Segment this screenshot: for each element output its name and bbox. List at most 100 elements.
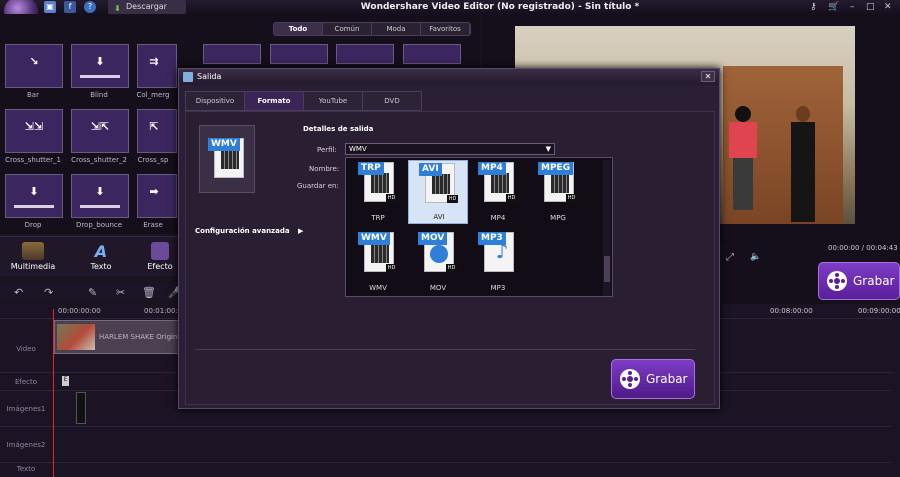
- image-clip[interactable]: [76, 392, 86, 424]
- fullscreen-icon[interactable]: ⤢: [726, 252, 734, 263]
- format-option-wmv[interactable]: WMV HD WMV: [348, 230, 408, 294]
- dialog-tabs: Dispositivo Formato YouTube DVD: [185, 91, 422, 111]
- scrollbar-thumb[interactable]: [604, 256, 610, 282]
- transition-partial-3[interactable]: [336, 44, 394, 64]
- format-option-avi[interactable]: AVI HD AVI: [408, 160, 468, 224]
- transition-bar[interactable]: ↘: [5, 44, 63, 88]
- selected-format-preview: WMV: [199, 125, 255, 193]
- mp3-file-icon: MP3: [478, 232, 518, 276]
- track-texto: Texto: [0, 462, 892, 477]
- person-figure: [791, 106, 815, 224]
- transition-label: Blind: [90, 91, 108, 99]
- transition-partial-1[interactable]: [203, 44, 261, 64]
- download-button[interactable]: ⬇ Descargar: [108, 0, 186, 14]
- format-option-mp4[interactable]: MP4 HD MP4: [468, 160, 528, 224]
- transition-label: Drop_bounce: [75, 221, 123, 229]
- maximize-button[interactable]: □: [866, 0, 875, 14]
- close-button[interactable]: ✕: [884, 0, 892, 14]
- transition-cross-shutter-2[interactable]: ⇲⇱: [71, 109, 129, 153]
- tool-efecto[interactable]: Efecto: [140, 236, 180, 276]
- save-to-label: Guardar en:: [297, 182, 339, 190]
- chevron-down-icon: ▼: [545, 145, 551, 153]
- tab-favoritos[interactable]: Favoritos: [421, 23, 470, 35]
- clip-thumbnail: [57, 324, 95, 350]
- app-title: Wondershare Video Editor (No registrado)…: [360, 2, 640, 12]
- transition-blind[interactable]: ⬇: [71, 44, 129, 88]
- transition-cross-shutter-1[interactable]: ⇲⇲: [5, 109, 63, 153]
- transition-label: Cross_sp: [137, 156, 169, 164]
- volume-icon[interactable]: 🔈: [750, 252, 761, 262]
- tool-multimedia[interactable]: Multimedia: [0, 236, 66, 276]
- mov-file-icon: MOV HD: [418, 232, 458, 276]
- video-clip[interactable]: HARLEM SHAKE Original Co: [54, 320, 195, 354]
- effect-marker[interactable]: E: [62, 376, 69, 386]
- tab-dvd[interactable]: DVD: [362, 91, 422, 111]
- dropdown-scrollbar[interactable]: [603, 160, 611, 296]
- help-icon[interactable]: ?: [84, 1, 96, 13]
- grab-button[interactable]: Grabar: [611, 359, 695, 399]
- delete-icon[interactable]: 🗑: [142, 286, 156, 299]
- cart-icon[interactable]: 🛒: [828, 0, 839, 14]
- dialog-close-button[interactable]: ✕: [701, 71, 715, 82]
- format-dropdown: TRP HD TRP AVI HD AVI MP4 HD MP4 MPEG HD MPG WMV…: [345, 157, 613, 297]
- category-tabs: Todo Común Moda Favoritos: [273, 22, 471, 36]
- profile-select[interactable]: WMV ▼: [345, 143, 555, 155]
- transition-label: Col_merg: [136, 91, 170, 99]
- grab-button-main[interactable]: Grabar: [818, 262, 900, 300]
- transition-label: Erase: [143, 221, 163, 229]
- transition-partial-2[interactable]: [270, 44, 328, 64]
- transition-col-merg[interactable]: ⇉: [137, 44, 177, 88]
- chevron-right-icon: ▶: [298, 227, 304, 235]
- advanced-settings-toggle[interactable]: Configuración avanzada ▶: [195, 227, 303, 235]
- tool-texto[interactable]: A Texto: [68, 236, 134, 276]
- minimize-button[interactable]: –: [850, 0, 855, 14]
- tab-formato[interactable]: Formato: [244, 91, 304, 111]
- text-icon: A: [94, 242, 108, 261]
- tab-moda[interactable]: Moda: [372, 23, 421, 35]
- tab-todo[interactable]: Todo: [274, 23, 323, 35]
- divider: [195, 349, 695, 350]
- format-option-mpg[interactable]: MPEG HD MPG: [528, 160, 588, 224]
- edit-icon[interactable]: ✎: [88, 286, 97, 299]
- transition-erase[interactable]: ➡: [137, 174, 177, 218]
- output-dialog: Salida ✕ Dispositivo Formato YouTube DVD…: [178, 68, 720, 409]
- details-heading: Detalles de salida: [303, 125, 374, 133]
- tab-youtube[interactable]: YouTube: [303, 91, 363, 111]
- format-option-trp[interactable]: TRP HD TRP: [348, 160, 408, 224]
- playhead[interactable]: [53, 309, 54, 477]
- transition-label: Bar: [27, 91, 39, 99]
- mpeg-file-icon: MPEG HD: [538, 162, 578, 206]
- format-option-mp3[interactable]: MP3MP3: [468, 230, 528, 294]
- track-imagenes2: Imágenes2: [0, 426, 892, 462]
- undo-icon[interactable]: ↶: [14, 286, 23, 299]
- trp-file-icon: TRP HD: [358, 162, 398, 206]
- transition-drop-bounce[interactable]: ⬇: [71, 174, 129, 218]
- transition-label: Cross_shutter_1: [5, 156, 61, 164]
- dialog-icon: [183, 72, 193, 82]
- transition-drop[interactable]: ⬇: [5, 174, 63, 218]
- transition-cross-sp[interactable]: ⇱: [137, 109, 177, 153]
- profile-label: Perfil:: [317, 146, 337, 154]
- tab-dispositivo[interactable]: Dispositivo: [185, 91, 245, 111]
- time-display: 00:00:00 / 00:04:43: [828, 244, 898, 252]
- ruler-time: 00:09:00:00: [858, 307, 900, 315]
- transition-label: Cross_shutter_2: [71, 156, 127, 164]
- tab-comun[interactable]: Común: [323, 23, 372, 35]
- wmv-file-icon: WMV: [208, 138, 248, 182]
- redo-icon[interactable]: ↷: [44, 286, 53, 299]
- format-option-mov[interactable]: MOV HD MOV: [408, 230, 468, 294]
- key-icon[interactable]: ⚷: [810, 0, 817, 14]
- facebook-icon[interactable]: f: [64, 1, 76, 13]
- film-reel-icon: [827, 271, 847, 291]
- person-figure: [729, 106, 757, 216]
- cut-icon[interactable]: ✂: [116, 286, 125, 299]
- save-icon[interactable]: ▣: [44, 1, 56, 13]
- film-reel-icon: [620, 369, 640, 389]
- transition-partial-4[interactable]: [403, 44, 461, 64]
- transition-label: Drop: [24, 221, 42, 229]
- ruler-time: 00:08:00:00: [770, 307, 813, 315]
- dialog-title-bar: Salida: [179, 69, 719, 85]
- name-label: Nombre:: [309, 165, 340, 173]
- multimedia-icon: [22, 242, 44, 260]
- mp4-file-icon: MP4 HD: [478, 162, 518, 206]
